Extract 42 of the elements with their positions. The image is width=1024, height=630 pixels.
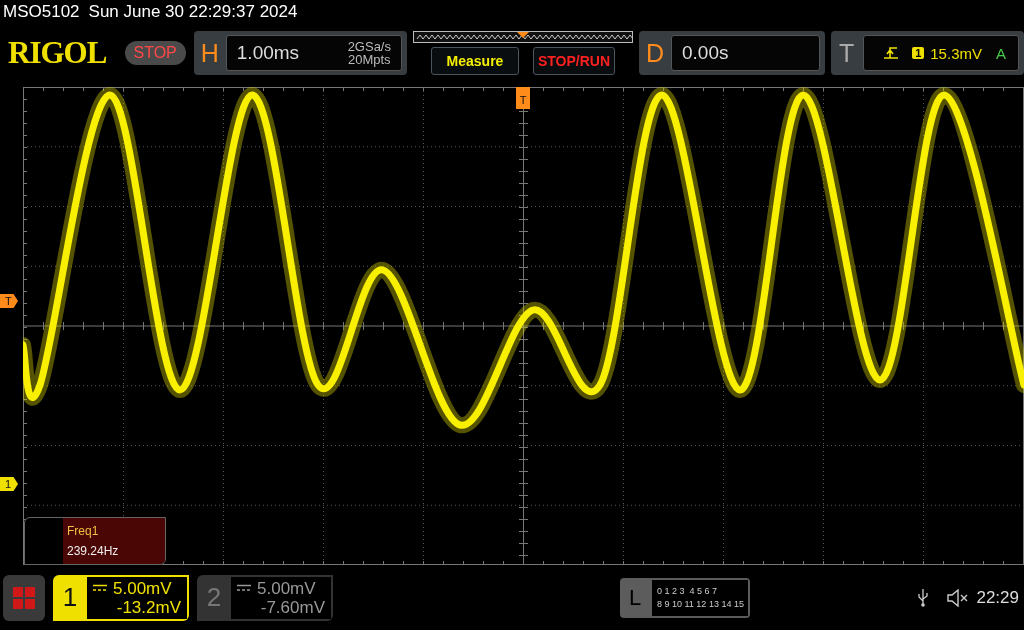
- trigger-panel[interactable]: T 1 15.3mV A: [830, 31, 1024, 75]
- trigger-source-badge: 1: [912, 47, 925, 59]
- measure-button[interactable]: Measure: [431, 47, 519, 75]
- sample-rate: 2GSa/s: [347, 40, 391, 53]
- vertical-scale: 5.00mV: [257, 578, 316, 598]
- trigger-position-marker[interactable]: T: [516, 87, 530, 109]
- measurement-value: 239.24Hz: [67, 544, 120, 558]
- vertical-offset: -13.2mV: [115, 597, 181, 617]
- vertical-offset: -7.60mV: [259, 597, 325, 617]
- timebase-value: 1.00ms: [236, 42, 300, 64]
- dc-coupling-icon: [237, 584, 251, 592]
- digital-channel-labels: 8 9 10 11 12 13 14 15: [657, 599, 745, 609]
- rising-edge-icon: [884, 46, 899, 60]
- panel-letter: L: [627, 583, 643, 612]
- model-name: MSO5102: [3, 2, 80, 22]
- vertical-scale: 5.00mV: [113, 578, 172, 598]
- usb-icon: [918, 588, 929, 607]
- channel-number: 1: [61, 581, 79, 614]
- horizontal-panel[interactable]: H 1.00ms 2GSa/s 20Mpts: [193, 31, 407, 75]
- trigger-level: 15.3mV: [930, 44, 982, 62]
- date-time: Sun June 30 22:29:37 2024: [88, 2, 298, 22]
- grid-icon: [13, 586, 35, 609]
- trigger-level-marker[interactable]: T: [0, 294, 18, 308]
- clock-time: 22:29: [976, 587, 1019, 608]
- digital-channel-labels: 0 1 2 3 4 5 6 7: [657, 586, 719, 596]
- panel-letter: D: [644, 38, 665, 68]
- channel-button[interactable]: 2 5.00mV -7.60mV: [197, 574, 333, 621]
- delay-panel[interactable]: D 0.00s: [639, 31, 825, 75]
- measurement-label: Freq1: [67, 524, 100, 538]
- panel-letter: T: [837, 38, 856, 68]
- dc-coupling-icon: [93, 584, 107, 592]
- panel-letter: H: [199, 38, 220, 68]
- trigger-mode: A: [996, 44, 1006, 62]
- channel-number: 2: [205, 581, 223, 614]
- brand-logo: RIGOL: [8, 35, 108, 71]
- memory-depth: 20Mpts: [347, 53, 391, 66]
- channel-offset-marker[interactable]: 1: [0, 477, 18, 491]
- delay-value: 0.00s: [682, 42, 729, 64]
- stop-run-button[interactable]: STOP/RUN: [533, 47, 615, 75]
- logic-panel[interactable]: L 0 1 2 3 4 5 6 7 8 9 10 11 12 13 14 15: [620, 577, 750, 618]
- menu-button[interactable]: [3, 574, 45, 621]
- channel-button[interactable]: 1 5.00mV -13.2mV: [53, 574, 189, 621]
